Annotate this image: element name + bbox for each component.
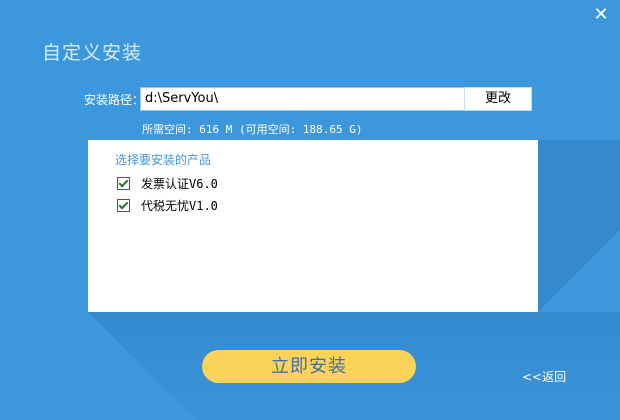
checkbox-checked-icon[interactable] (117, 176, 130, 190)
install-path-label: 安装路径： (84, 93, 145, 107)
product-label: 发票认证V6.0 (141, 176, 218, 191)
installer-window: ✕ 自定义安装 安装路径： 更改 所需空间: 616 M (可用空间: 188.… (0, 0, 620, 420)
back-link[interactable]: <<返回 (522, 368, 566, 385)
install-now-button[interactable]: 立即安装 (202, 350, 416, 383)
checkbox-checked-icon[interactable] (117, 198, 130, 212)
close-icon[interactable]: ✕ (592, 6, 610, 24)
change-path-button[interactable]: 更改 (464, 87, 532, 111)
product-label: 代税无忧V1.0 (141, 198, 218, 213)
product-item-invoice[interactable]: 发票认证V6.0 (117, 175, 218, 191)
page-title: 自定义安装 (42, 42, 143, 64)
disk-space-info: 所需空间: 616 M (可用空间: 188.65 G) (142, 123, 363, 136)
product-selection-heading: 选择要安装的产品 (115, 153, 212, 167)
product-item-tax[interactable]: 代税无忧V1.0 (117, 197, 218, 213)
install-path-input[interactable] (140, 87, 467, 111)
product-selection-panel: 选择要安装的产品 发票认证V6.0 代税无忧V1.0 (88, 140, 538, 312)
